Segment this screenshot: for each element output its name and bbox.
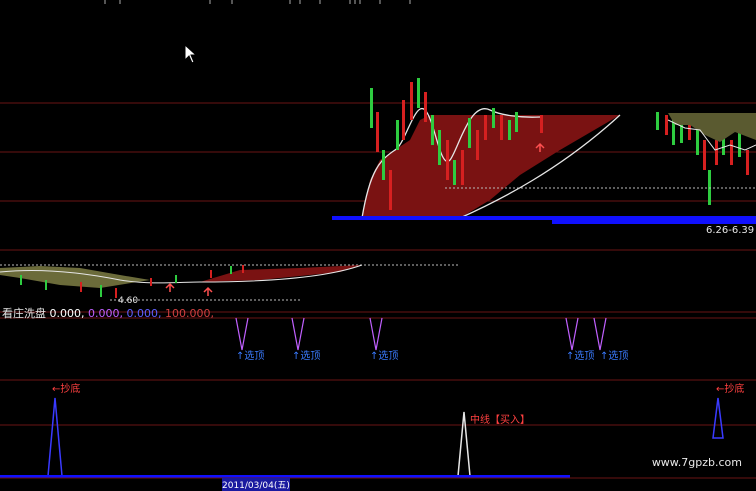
bottom-signal-spike-right	[712, 397, 724, 439]
indicator-value-3: 0.000,	[126, 307, 162, 320]
olive-shaded-area-left	[0, 266, 150, 288]
up-arrow-icon	[203, 286, 213, 296]
watermark: www.7gpzb.com	[651, 456, 742, 469]
stock-chart-canvas[interactable]	[0, 0, 756, 487]
bottom-label-right: ←抄底	[716, 384, 745, 395]
indicator-name: 看庄洗盘	[2, 307, 46, 320]
select-top-label-5: ↑选顶	[600, 351, 629, 362]
mouse-pointer-icon	[184, 44, 198, 64]
select-top-marks	[235, 317, 607, 351]
up-arrow-icon	[165, 282, 175, 292]
select-top-label-2: ↑选顶	[292, 351, 321, 362]
indicator-title: 看庄洗盘 0.000, 0.000, 0.000, 100.000,	[2, 305, 214, 321]
bottom-signal-spike-left	[47, 397, 63, 477]
select-top-label-1: ↑选顶	[236, 351, 265, 362]
indicator-value-2: 0.000,	[88, 307, 123, 320]
indicator-value-4: 100.000,	[165, 307, 214, 320]
mid-buy-label: 中线【买入】	[470, 415, 530, 426]
date-label: 2011/03/04(五)	[222, 478, 290, 491]
indicator-value-1: 0.000,	[49, 307, 85, 320]
blue-support-bar-right	[552, 220, 756, 224]
bottom-label-left: ←抄底	[52, 384, 81, 395]
select-top-label-3: ↑选顶	[370, 351, 399, 362]
blue-support-bar	[332, 216, 756, 220]
top-axis-ticks	[104, 0, 411, 4]
price-range-label: 6.26-6.39	[706, 225, 755, 236]
buy-signal-spike	[457, 411, 471, 477]
select-top-label-4: ↑选顶	[566, 351, 595, 362]
